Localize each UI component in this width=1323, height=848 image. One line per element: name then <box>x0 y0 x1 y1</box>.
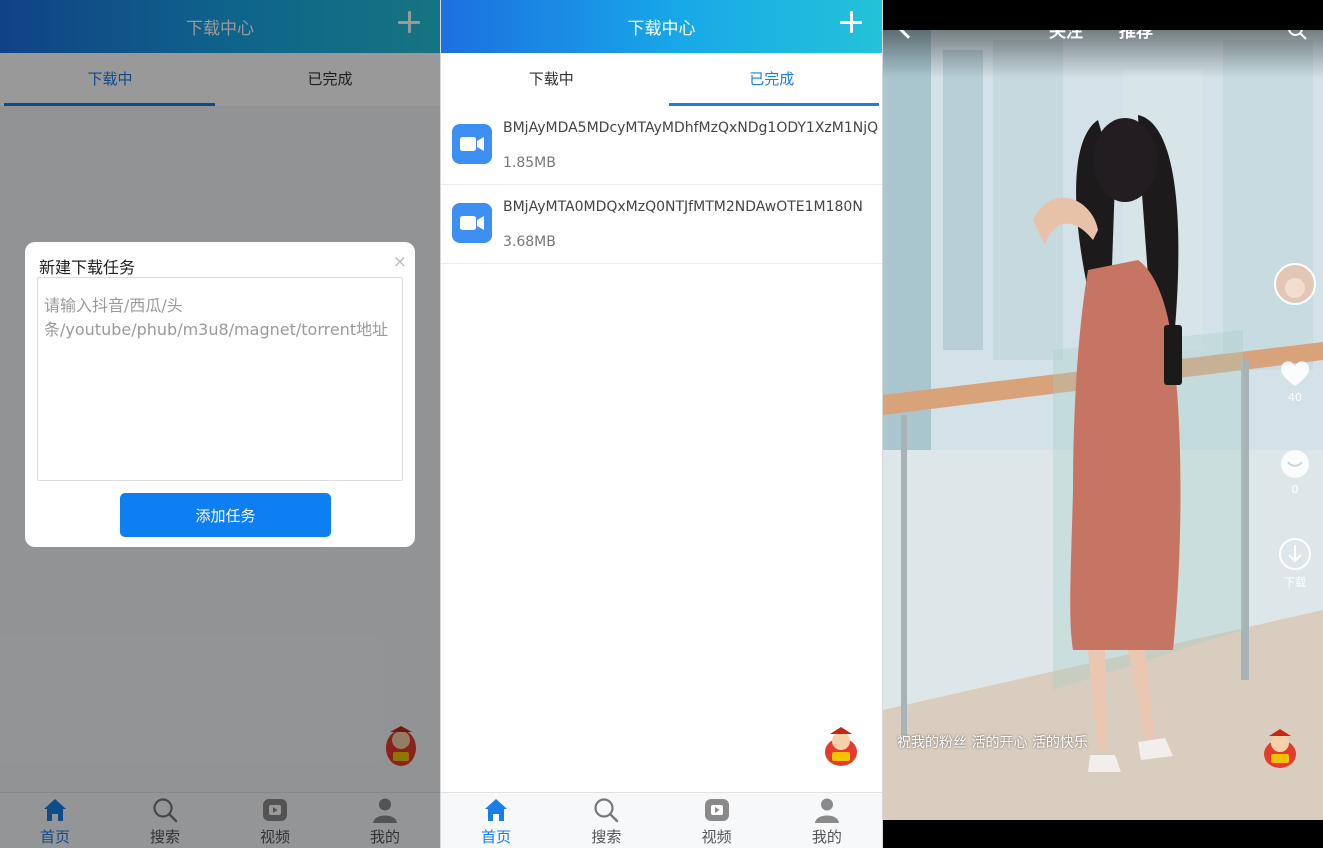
new-task-dialog: 新建下载任务 × 添加任务 <box>25 242 415 547</box>
completed-screen: 下载中心 下载中 已完成 BMjAyMDA5MDcyMTAyMDhfMzQxND… <box>441 0 882 848</box>
nav-search-label: 搜索 <box>591 828 622 846</box>
file-name: BMjAyMTA0MDQxMzQ0NTJfMTM2NDAwOTE1M180N <box>503 199 863 215</box>
nav-profile-label: 我的 <box>811 828 842 846</box>
mascot-icon[interactable] <box>818 724 864 770</box>
mascot-icon[interactable] <box>1257 726 1303 772</box>
add-task-button[interactable] <box>838 9 864 35</box>
file-row[interactable]: BMjAyMTA0MDQxMzQ0NTJfMTM2NDAwOTE1M180N 3… <box>441 185 882 264</box>
like-button[interactable]: 40 <box>1273 358 1317 404</box>
video-file-icon <box>452 124 492 164</box>
nav-home[interactable]: 首页 <box>441 793 551 848</box>
file-row[interactable]: BMjAyMDA5MDcyMTAyMDhfMzQxNDg1ODY1XzM1NjQ… <box>441 106 882 185</box>
file-size: 3.68MB <box>503 234 556 250</box>
bottom-nav: 首页 搜索 视频 我的 <box>441 792 882 848</box>
video-player-screen: 关注 推荐 40 0 下载 祝我的粉丝 活的开心 活的快乐 <box>883 0 1323 848</box>
creator-avatar[interactable] <box>1273 262 1317 309</box>
home-icon <box>485 799 508 821</box>
video-icon <box>704 799 729 821</box>
tab-bar: 下载中 已完成 <box>441 53 882 106</box>
downloading-screen: 下载中心 下载中 已完成 首页 搜索 视频 我的 新建下载任务 × 请输入抖音/… <box>0 0 440 848</box>
video-bottom-bar <box>883 820 1323 848</box>
video-frame[interactable]: 关注 推荐 40 0 下载 祝我的粉丝 活的开心 活的快乐 <box>883 30 1323 820</box>
search-icon <box>594 798 619 823</box>
header-bar: 下载中心 <box>441 0 882 53</box>
nav-video-label: 视频 <box>701 828 732 846</box>
dialog-title: 新建下载任务 <box>39 258 136 277</box>
download-label: 下载 <box>1284 576 1306 589</box>
profile-icon <box>814 798 839 823</box>
nav-search[interactable]: 搜索 <box>551 793 661 848</box>
comment-button[interactable]: 0 <box>1273 448 1317 496</box>
nav-home-label: 首页 <box>481 828 512 846</box>
tab-following[interactable]: 关注 <box>1049 30 1083 42</box>
file-name: BMjAyMDA5MDcyMTAyMDhfMzQxNDg1ODY1XzM1NjQ <box>503 120 879 136</box>
comment-count: 0 <box>1291 483 1299 496</box>
file-size: 1.85MB <box>503 155 556 171</box>
like-count: 40 <box>1288 391 1302 404</box>
video-scene <box>883 30 1323 820</box>
download-button[interactable]: 下载 <box>1273 537 1317 590</box>
heart-icon <box>1280 361 1310 386</box>
tab-downloading[interactable]: 下载中 <box>441 53 662 106</box>
nav-profile[interactable]: 我的 <box>772 793 882 848</box>
url-input[interactable] <box>37 277 403 481</box>
comment-icon <box>1281 450 1309 478</box>
add-task-submit-button[interactable]: 添加任务 <box>120 493 331 537</box>
tab-recommended[interactable]: 推荐 <box>1119 30 1153 42</box>
video-top-bar <box>883 30 1323 78</box>
avatar-icon <box>1274 263 1316 305</box>
tab-completed[interactable]: 已完成 <box>662 53 883 106</box>
video-caption: 祝我的粉丝 活的开心 活的快乐 <box>897 735 1088 751</box>
page-title: 下载中心 <box>627 19 696 39</box>
download-icon <box>1279 538 1311 570</box>
search-icon[interactable] <box>1287 30 1307 40</box>
close-icon[interactable]: × <box>393 252 407 272</box>
video-file-icon <box>452 203 492 243</box>
nav-video[interactable]: 视频 <box>662 793 772 848</box>
